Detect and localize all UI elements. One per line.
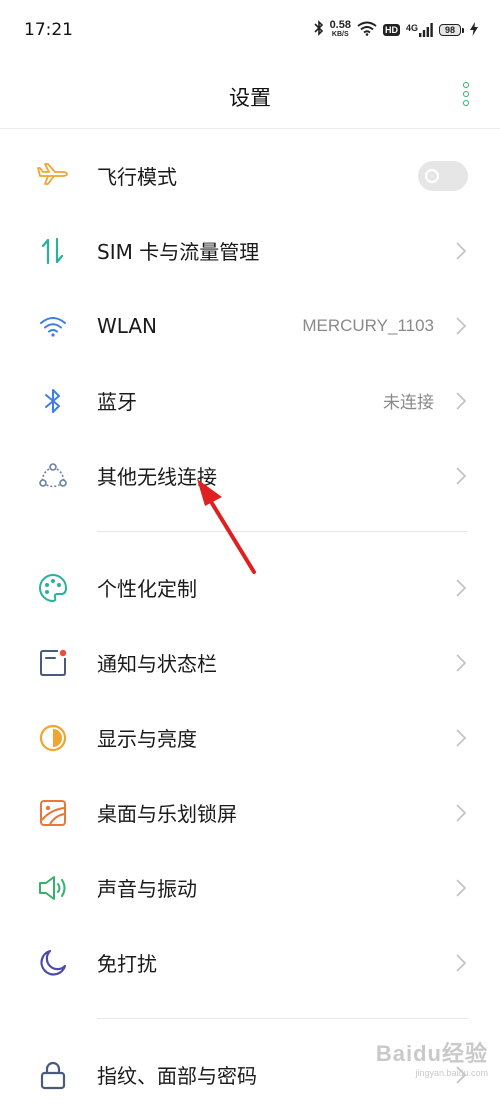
baidu-watermark: Baidu经验 jingyan.baidu.com — [375, 1041, 488, 1078]
settings-item-other-wireless[interactable]: 其他无线连接 — [0, 438, 500, 513]
wifi-icon — [36, 309, 70, 343]
bluetooth-status-icon — [313, 20, 324, 40]
cellular-signal-icon: 4G — [406, 23, 433, 37]
settings-item-label: 显示与亮度 — [97, 727, 197, 751]
status-bar: 17:21 0.58 KB/S HD 4G 98 — [0, 0, 500, 60]
wallpaper-icon — [36, 796, 70, 830]
wlan-network-name: MERCURY_1103 — [302, 315, 434, 335]
settings-item-label: 其他无线连接 — [97, 465, 217, 489]
network-speed: 0.58 KB/S — [329, 19, 351, 39]
settings-item-notifications[interactable]: 通知与状态栏 — [0, 625, 500, 700]
more-vertical-icon — [463, 82, 469, 88]
more-options-button[interactable] — [456, 82, 476, 106]
bluetooth-status: 未连接 — [383, 393, 434, 413]
settings-item-label: 蓝牙 — [97, 390, 137, 414]
settings-item-label: 桌面与乐划锁屏 — [97, 802, 237, 826]
moon-icon — [36, 946, 70, 980]
hd-badge: HD — [382, 24, 400, 36]
chevron-right-icon — [454, 390, 468, 412]
settings-item-label: SIM 卡与流量管理 — [97, 240, 260, 264]
wireless-connection-icon — [36, 459, 70, 493]
notification-icon — [36, 646, 70, 680]
settings-item-label: 免打扰 — [97, 952, 157, 976]
battery-icon: 98 — [439, 24, 464, 36]
settings-item-sound-vibration[interactable]: 声音与振动 — [0, 850, 500, 925]
airplane-icon — [36, 159, 70, 193]
settings-item-label: WLAN — [97, 313, 158, 338]
airplane-mode-toggle[interactable] — [418, 160, 468, 191]
chevron-right-icon — [454, 727, 468, 749]
settings-item-label: 飞行模式 — [97, 165, 177, 189]
settings-item-home-lockscreen[interactable]: 桌面与乐划锁屏 — [0, 775, 500, 850]
sim-data-icon — [36, 234, 70, 268]
settings-item-sim-data[interactable]: SIM 卡与流量管理 — [0, 213, 500, 288]
settings-item-airplane-mode[interactable]: 飞行模式 — [0, 138, 500, 213]
settings-item-wlan[interactable]: WLAN MERCURY_1103 — [0, 288, 500, 363]
chevron-right-icon — [454, 952, 468, 974]
chevron-right-icon — [454, 802, 468, 824]
settings-item-label: 指纹、面部与密码 — [97, 1064, 257, 1088]
settings-item-label: 声音与振动 — [97, 877, 197, 901]
settings-item-personalization[interactable]: 个性化定制 — [0, 550, 500, 625]
chevron-right-icon — [454, 315, 468, 337]
charging-icon — [470, 21, 478, 40]
wifi-status-icon — [357, 21, 377, 40]
settings-list: 飞行模式 SIM 卡与流量管理 WLAN MERCURY_1103 蓝牙 未连接… — [0, 138, 500, 1112]
chevron-right-icon — [454, 877, 468, 899]
lock-icon — [36, 1058, 70, 1092]
brightness-icon — [36, 721, 70, 755]
header: 设置 — [0, 60, 500, 129]
settings-item-bluetooth[interactable]: 蓝牙 未连接 — [0, 363, 500, 438]
settings-item-display-brightness[interactable]: 显示与亮度 — [0, 700, 500, 775]
settings-item-do-not-disturb[interactable]: 免打扰 — [0, 925, 500, 1000]
settings-item-label: 个性化定制 — [97, 577, 197, 601]
status-time: 17:21 — [24, 20, 73, 40]
palette-icon — [36, 571, 70, 605]
chevron-right-icon — [454, 240, 468, 262]
settings-item-label: 通知与状态栏 — [97, 652, 217, 676]
sound-icon — [36, 871, 70, 905]
chevron-right-icon — [454, 577, 468, 599]
chevron-right-icon — [454, 465, 468, 487]
chevron-right-icon — [454, 652, 468, 674]
page-title: 设置 — [229, 86, 271, 110]
status-icons: 0.58 KB/S HD 4G 98 — [313, 18, 478, 42]
bluetooth-icon — [36, 384, 70, 418]
